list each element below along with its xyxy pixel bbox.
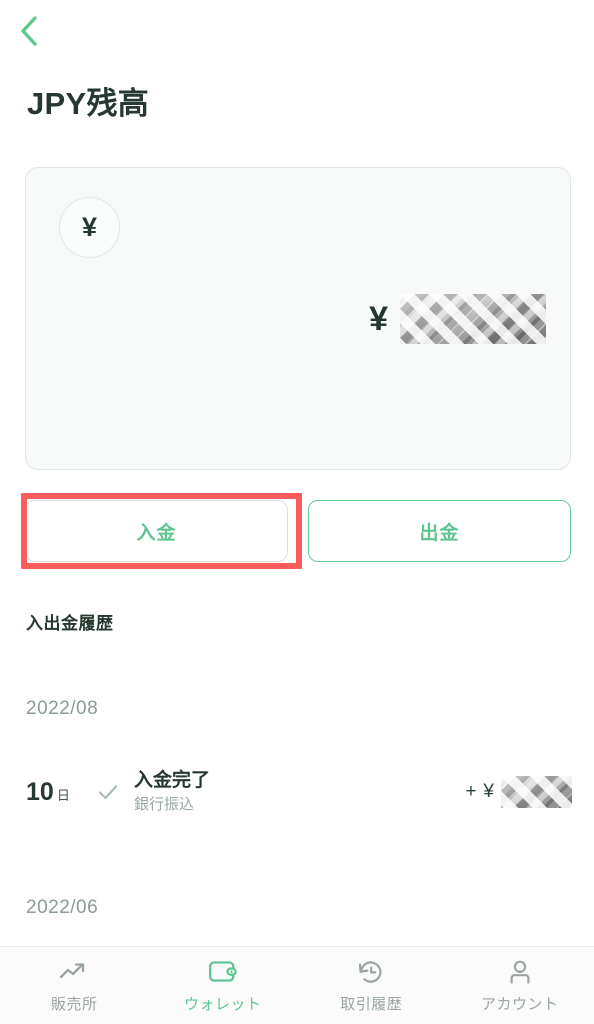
check-icon xyxy=(88,780,128,804)
transaction-row[interactable]: 10 日 入金完了 銀行振込 + ¥ xyxy=(26,763,572,821)
nav-item-history[interactable]: 取引履歴 xyxy=(297,947,446,1024)
trending-up-icon xyxy=(59,958,89,986)
clock-rewind-icon xyxy=(357,958,385,986)
transaction-details: 入金完了 銀行振込 xyxy=(134,769,465,815)
transaction-amount-sign: + xyxy=(465,781,477,802)
deposit-button[interactable]: 入金 xyxy=(25,500,288,562)
withdraw-button[interactable]: 出金 xyxy=(308,500,571,562)
back-button[interactable] xyxy=(6,8,52,54)
nav-label-history: 取引履歴 xyxy=(340,995,403,1013)
action-button-group: 入金 出金 xyxy=(25,500,571,562)
nav-item-marketplace[interactable]: 販売所 xyxy=(0,947,149,1024)
balance-card: ¥ ¥ xyxy=(25,167,571,470)
yen-circle-icon: ¥ xyxy=(59,197,120,258)
nav-item-account[interactable]: アカウント xyxy=(446,947,594,1024)
month-group-header: 2022/06 xyxy=(26,897,99,918)
app-screen: JPY残高 ¥ ¥ 入金 出金 入出金履歴 2022/08 10 日 入金完了 … xyxy=(0,0,594,1024)
transaction-date: 10 日 xyxy=(26,777,88,806)
nav-label-wallet: ウォレット xyxy=(183,995,262,1013)
bottom-navigation: 販売所 ウォレット 取引履歴 アカウント xyxy=(0,946,594,1024)
history-section-title: 入出金履歴 xyxy=(26,614,114,633)
month-group-header: 2022/08 xyxy=(26,698,99,719)
nav-label-marketplace: 販売所 xyxy=(50,995,98,1013)
transaction-day: 10 xyxy=(26,777,54,806)
transaction-amount-redacted xyxy=(501,776,572,808)
balance-amount-row: ¥ xyxy=(369,294,546,344)
transaction-amount-symbol: ¥ xyxy=(483,781,494,802)
nav-item-wallet[interactable]: ウォレット xyxy=(149,947,298,1024)
balance-currency-symbol: ¥ xyxy=(369,300,388,338)
currency-badge-symbol: ¥ xyxy=(81,212,98,242)
transaction-amount: + ¥ xyxy=(465,776,572,808)
wallet-icon xyxy=(208,958,238,986)
person-icon xyxy=(507,958,533,986)
page-title: JPY残高 xyxy=(27,86,150,121)
chevron-left-icon xyxy=(19,15,39,47)
top-bar xyxy=(0,0,594,62)
transaction-method: 銀行振込 xyxy=(134,795,195,813)
transaction-day-unit: 日 xyxy=(56,787,70,803)
balance-value-redacted xyxy=(400,294,546,344)
nav-label-account: アカウント xyxy=(480,995,559,1013)
transaction-name: 入金完了 xyxy=(134,770,211,792)
